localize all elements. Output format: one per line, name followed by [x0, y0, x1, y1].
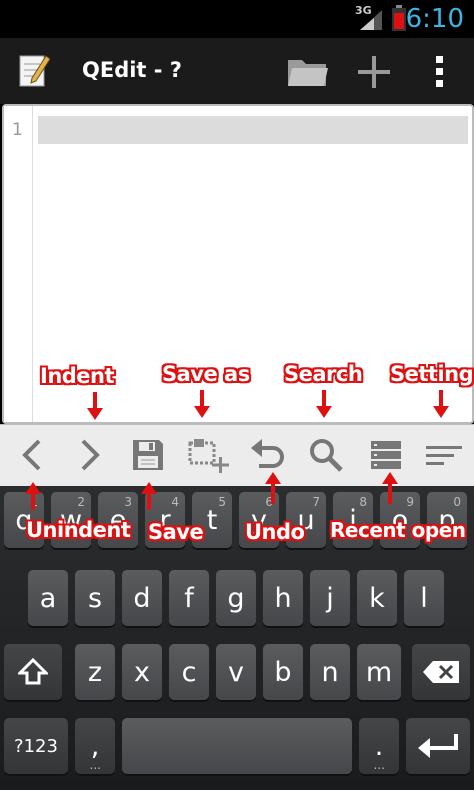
- key-v[interactable]: v: [216, 644, 256, 700]
- settings-lines-icon: [426, 446, 462, 465]
- annotation-unindent: Unindent: [26, 518, 131, 542]
- settings-button[interactable]: [422, 433, 466, 477]
- line-gutter: [4, 106, 33, 422]
- clock: 6:10: [405, 4, 464, 34]
- overflow-menu-icon[interactable]: [434, 54, 446, 90]
- enter-arrow-icon: [418, 734, 458, 758]
- indent-button[interactable]: [68, 433, 112, 477]
- battery-icon: [392, 5, 406, 31]
- key-b[interactable]: b: [263, 644, 303, 700]
- key-x[interactable]: x: [122, 644, 162, 700]
- arrow-up-save: [141, 482, 157, 510]
- key-n[interactable]: n: [310, 644, 350, 700]
- chevron-right-icon: [81, 439, 100, 471]
- annotation-setting: Setting: [390, 362, 474, 386]
- arrow-up-unindent: [25, 482, 41, 510]
- annotation-save: Save: [148, 520, 204, 544]
- save-as-button[interactable]: [186, 433, 230, 477]
- annotation-indent: Indent: [40, 364, 115, 388]
- key-c[interactable]: c: [169, 644, 209, 700]
- document-title: QEdit - ?: [82, 58, 182, 82]
- arrow-down-indent: [87, 392, 103, 420]
- app-notepad-icon[interactable]: [18, 52, 50, 88]
- shift-arrow-icon: [18, 657, 48, 685]
- comma-key[interactable]: ,...: [75, 718, 115, 774]
- annotation-search: Search: [284, 362, 363, 386]
- backspace-key[interactable]: [412, 644, 470, 700]
- key-d[interactable]: d: [122, 570, 162, 626]
- space-key[interactable]: [122, 718, 352, 774]
- key-z[interactable]: z: [75, 644, 115, 700]
- recent-files-list-icon: [371, 441, 401, 469]
- signal-icon: [360, 10, 382, 30]
- arrow-down-setting: [433, 390, 449, 418]
- key-h[interactable]: h: [263, 570, 303, 626]
- symbols-key[interactable]: ?123: [4, 718, 68, 774]
- key-a[interactable]: a: [28, 570, 68, 626]
- shift-key[interactable]: [4, 644, 62, 700]
- arrow-up-recent-open: [382, 472, 398, 504]
- arrow-up-undo: [265, 472, 281, 504]
- annotation-save-as: Save as: [162, 362, 250, 386]
- key-m[interactable]: m: [357, 644, 401, 700]
- enter-key[interactable]: [406, 718, 470, 774]
- action-bar: QEdit - ?: [0, 38, 474, 104]
- floppy-disk-icon: [133, 440, 163, 470]
- arrow-down-save-as: [194, 390, 210, 418]
- unindent-button[interactable]: [10, 433, 54, 477]
- editor-toolbar: [0, 424, 474, 487]
- search-icon: [310, 439, 343, 472]
- key-f[interactable]: f: [169, 570, 209, 626]
- status-bar: 3G 6:10: [0, 0, 474, 38]
- key-g[interactable]: g: [216, 570, 256, 626]
- search-button[interactable]: [304, 433, 348, 477]
- new-file-plus-icon[interactable]: [356, 54, 392, 90]
- line-number: 1: [12, 120, 23, 140]
- annotation-recent-open: Recent open: [330, 518, 466, 542]
- current-line-highlight[interactable]: [38, 116, 468, 144]
- arrow-down-search: [316, 390, 332, 418]
- backspace-icon: [423, 661, 459, 683]
- key-j[interactable]: j: [310, 570, 350, 626]
- key-k[interactable]: k: [357, 570, 397, 626]
- key-l[interactable]: l: [404, 570, 444, 626]
- undo-arrow-icon: [251, 439, 284, 468]
- chevron-left-icon: [22, 439, 41, 471]
- save-as-icon: [188, 439, 229, 473]
- annotation-undo: Undo: [245, 520, 305, 544]
- save-button[interactable]: [126, 433, 170, 477]
- recent-open-button[interactable]: [364, 433, 408, 477]
- folder-open-icon[interactable]: [286, 54, 330, 88]
- key-s[interactable]: s: [75, 570, 115, 626]
- undo-button[interactable]: [246, 433, 290, 477]
- period-key[interactable]: ....: [359, 718, 399, 774]
